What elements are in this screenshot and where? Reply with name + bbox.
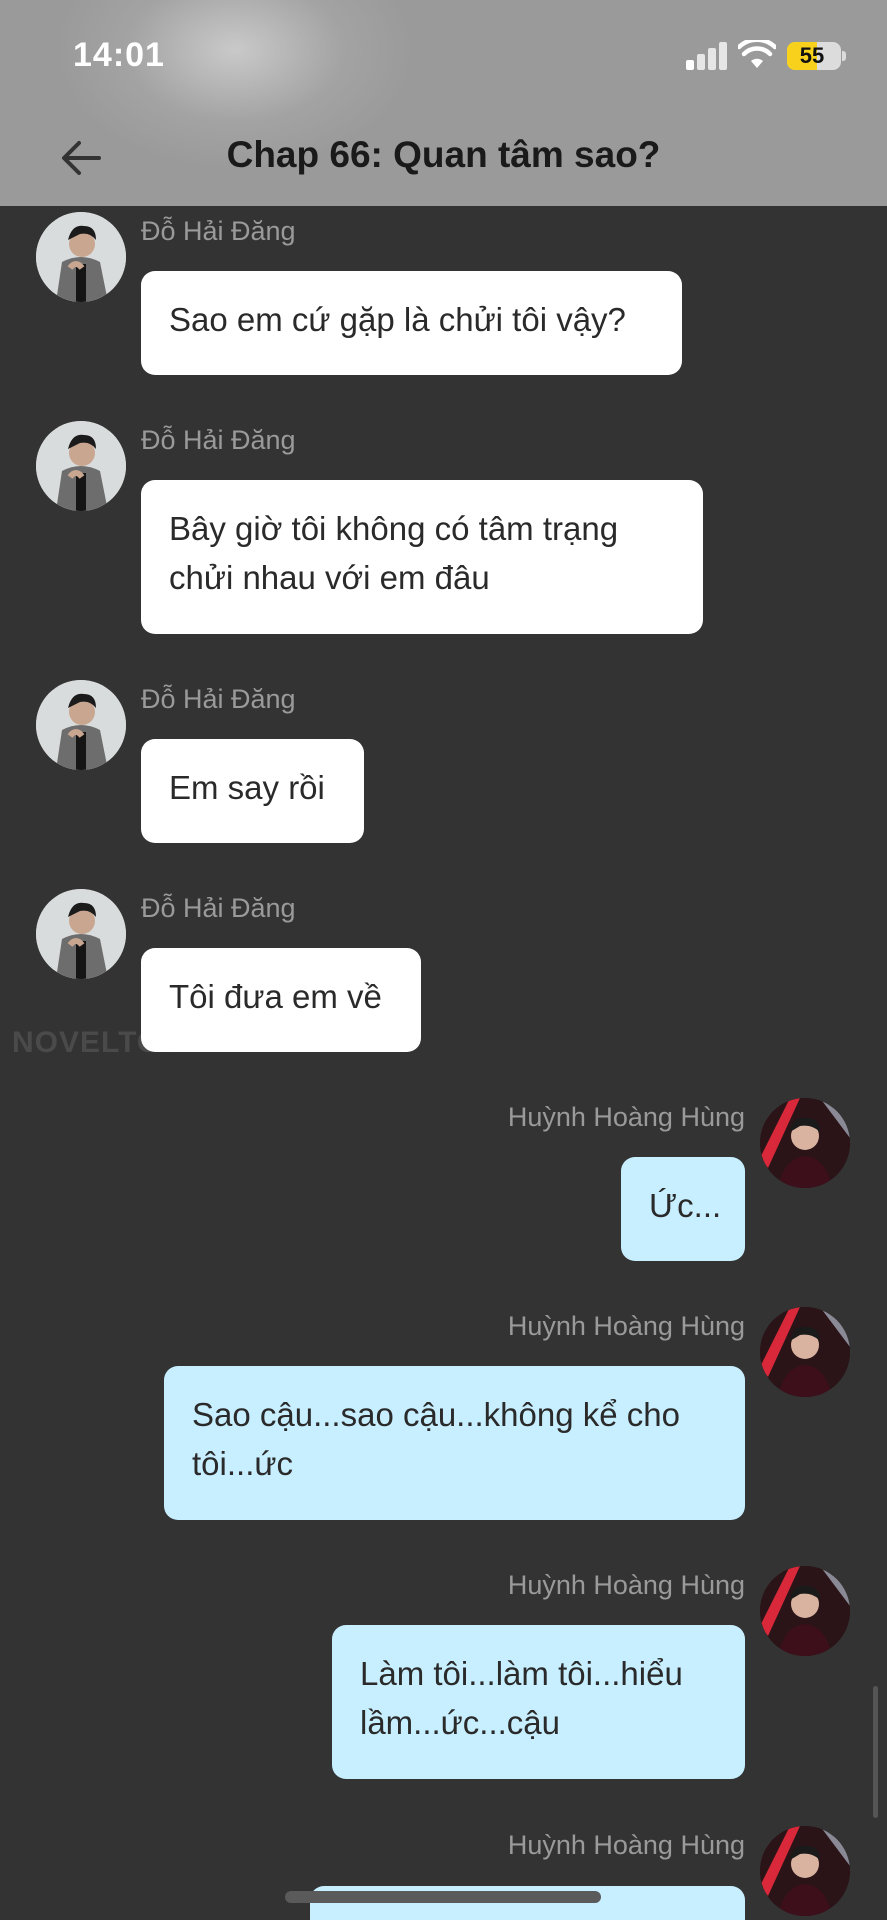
message-text-line: Làm tôi...làm tôi...hiểu xyxy=(360,1655,683,1692)
message-bubble[interactable]: Tôi đưa em về xyxy=(141,948,421,1052)
sender-name: Đỗ Hải Đăng xyxy=(141,684,296,714)
header-bar: 14:01 55 Chap 66: Quan tâm sao? xyxy=(0,0,887,206)
avatar[interactable] xyxy=(760,1826,850,1916)
message-bubble[interactable]: Bây giờ tôi không có tâm trạng chửi nhau… xyxy=(141,480,703,634)
message-bubble[interactable]: Sao em cứ gặp là chửi tôi vậy? xyxy=(141,271,682,375)
message-text: Sao em cứ gặp là chửi tôi vậy? xyxy=(169,301,626,338)
status-time: 14:01 xyxy=(73,36,165,74)
battery-icon: 55 xyxy=(787,42,841,70)
page-title: Chap 66: Quan tâm sao? xyxy=(226,134,661,175)
home-indicator[interactable] xyxy=(285,1891,601,1903)
wifi-icon xyxy=(738,40,776,68)
sender-name: Huỳnh Hoàng Hùng xyxy=(507,1830,745,1860)
message-text-line: chửi nhau với em đâu xyxy=(169,559,490,596)
avatar[interactable] xyxy=(36,680,126,770)
sender-name: Huỳnh Hoàng Hùng xyxy=(507,1311,745,1341)
sender-name: Đỗ Hải Đăng xyxy=(141,425,296,455)
avatar[interactable] xyxy=(760,1098,850,1188)
battery-level: 55 xyxy=(799,43,825,68)
scrollbar[interactable] xyxy=(873,1686,878,1818)
sender-name: Đỗ Hải Đăng xyxy=(141,893,296,923)
message-text: Tôi đưa em về xyxy=(169,978,382,1015)
message-text: Ức... xyxy=(649,1187,722,1224)
message-bubble[interactable]: Ức... xyxy=(621,1157,745,1261)
avatar[interactable] xyxy=(36,889,126,979)
chat-screen: 14:01 55 Chap 66: Quan tâm sao? Đỗ Hải Đ… xyxy=(0,0,887,1920)
avatar[interactable] xyxy=(760,1566,850,1656)
avatar[interactable] xyxy=(760,1307,850,1397)
back-button[interactable] xyxy=(55,132,107,184)
message-bubble[interactable]: Làm tôi...làm tôi...hiểu lầm...ức...cậu xyxy=(332,1625,745,1779)
message-text-line: lầm...ức...cậu xyxy=(360,1704,560,1741)
message-text-line: Sao cậu...sao cậu...không kể cho xyxy=(192,1396,680,1433)
message-bubble[interactable]: Sao cậu...sao cậu...không kể cho tôi...ứ… xyxy=(164,1366,745,1520)
message-list[interactable]: Đỗ Hải Đăng Sao em cứ gặp là chửi tôi vậ… xyxy=(0,206,887,1920)
avatar[interactable] xyxy=(36,212,126,302)
battery-tip xyxy=(842,51,846,61)
arrow-left-icon xyxy=(62,141,101,175)
cellular-signal-icon xyxy=(686,42,728,70)
sender-name: Huỳnh Hoàng Hùng xyxy=(507,1102,745,1132)
sender-name: Đỗ Hải Đăng xyxy=(141,216,296,246)
message-text: Em say rồi xyxy=(169,769,325,806)
sender-name: Huỳnh Hoàng Hùng xyxy=(507,1570,745,1600)
message-text-line: tôi...ức xyxy=(192,1445,293,1482)
avatar[interactable] xyxy=(36,421,126,511)
message-bubble[interactable]: Em say rồi xyxy=(141,739,364,843)
message-text-line: Bây giờ tôi không có tâm trạng xyxy=(169,510,619,547)
